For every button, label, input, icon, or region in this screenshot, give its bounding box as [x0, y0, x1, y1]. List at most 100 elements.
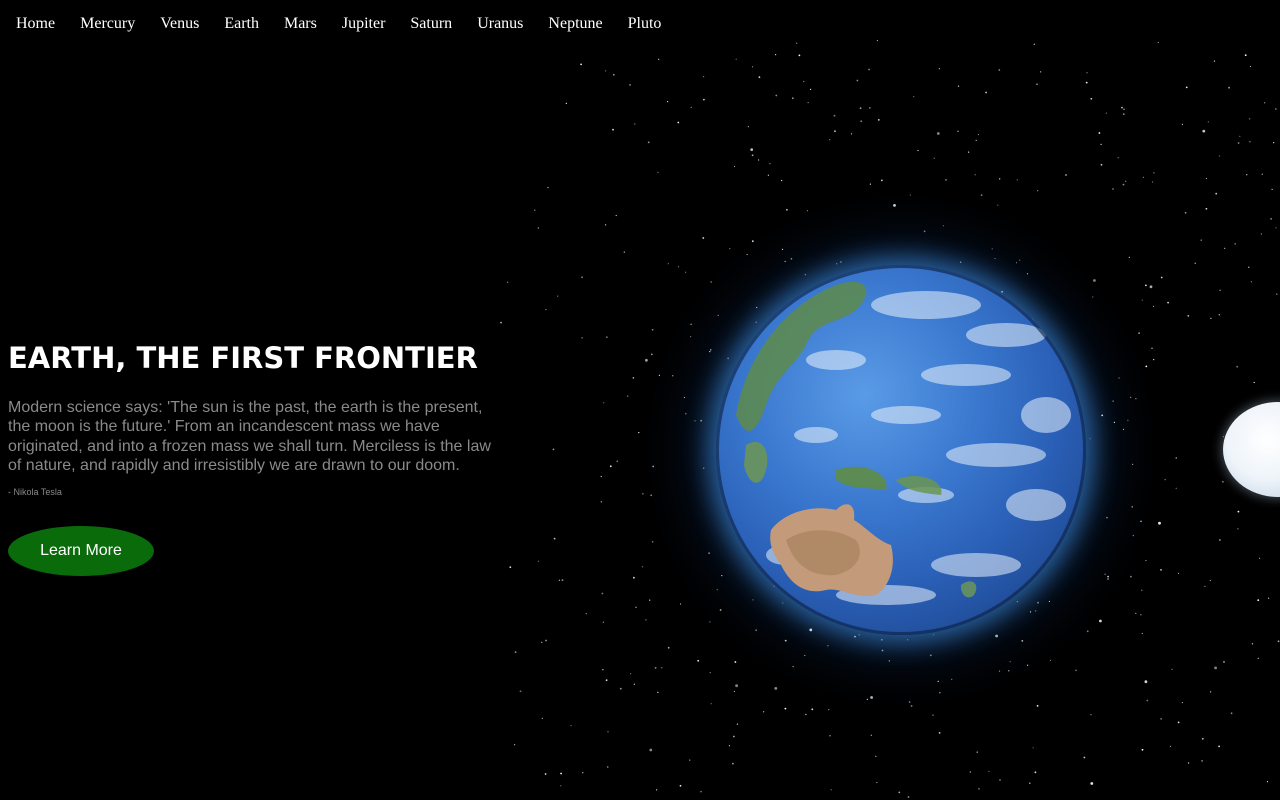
star	[1201, 737, 1204, 740]
star	[1153, 359, 1155, 361]
star	[1107, 578, 1109, 580]
star	[976, 751, 978, 753]
star	[507, 281, 509, 283]
star	[560, 785, 562, 787]
star	[1275, 108, 1277, 110]
star	[1187, 315, 1190, 317]
star	[1009, 661, 1011, 663]
star	[1090, 97, 1093, 100]
star	[1215, 192, 1218, 195]
star	[1214, 666, 1217, 670]
star	[999, 779, 1001, 781]
nav-link-mercury[interactable]: Mercury	[80, 0, 135, 48]
nav-link-saturn[interactable]: Saturn	[410, 0, 452, 48]
star	[775, 94, 778, 97]
star	[703, 98, 705, 101]
star	[552, 448, 555, 451]
star	[907, 639, 909, 641]
star	[790, 257, 793, 260]
star	[1128, 256, 1130, 258]
star	[784, 260, 786, 263]
star	[938, 732, 941, 734]
star	[957, 85, 960, 87]
star	[784, 639, 787, 642]
star	[606, 336, 608, 338]
star	[942, 225, 944, 227]
star	[1270, 218, 1272, 220]
star	[938, 68, 940, 70]
star	[683, 396, 685, 399]
star	[767, 174, 769, 176]
star	[1207, 121, 1209, 123]
star	[880, 638, 883, 641]
earth-globe-image	[716, 265, 1086, 635]
star	[907, 796, 910, 798]
star	[558, 579, 560, 581]
star	[537, 560, 539, 562]
star	[638, 432, 640, 434]
star	[806, 210, 809, 212]
star	[565, 102, 567, 104]
star	[607, 731, 609, 733]
star	[667, 263, 669, 265]
star	[995, 634, 998, 638]
star	[856, 79, 859, 82]
star	[859, 107, 862, 110]
star	[1123, 108, 1125, 110]
star	[690, 336, 692, 338]
star	[1224, 247, 1226, 249]
star	[804, 654, 806, 657]
star	[605, 224, 607, 226]
star	[1158, 521, 1161, 525]
star	[1122, 183, 1125, 186]
star	[1213, 60, 1216, 62]
star	[1260, 233, 1262, 235]
star	[1100, 143, 1102, 145]
star	[833, 114, 836, 117]
star	[1029, 782, 1031, 784]
star	[1273, 142, 1275, 144]
nav-link-uranus[interactable]: Uranus	[477, 0, 523, 48]
star	[1127, 419, 1129, 421]
star	[810, 88, 812, 90]
star	[709, 672, 711, 674]
star	[645, 619, 647, 621]
nav-link-pluto[interactable]: Pluto	[628, 0, 662, 48]
nav-link-neptune[interactable]: Neptune	[548, 0, 602, 48]
nav-link-earth[interactable]: Earth	[224, 0, 259, 48]
learn-more-button[interactable]: Learn More	[8, 526, 154, 577]
star	[980, 194, 983, 197]
star	[1141, 589, 1143, 591]
star	[860, 120, 863, 123]
star	[658, 58, 660, 60]
nav-link-venus[interactable]: Venus	[160, 0, 199, 48]
star	[1210, 317, 1212, 319]
nav-link-home[interactable]: Home	[16, 0, 55, 48]
star	[1117, 157, 1119, 159]
star	[1086, 630, 1089, 633]
star	[732, 762, 734, 765]
star	[677, 121, 680, 124]
star	[545, 639, 547, 642]
star	[751, 66, 754, 68]
star	[998, 69, 1001, 71]
star	[602, 621, 604, 623]
star	[1200, 239, 1202, 241]
star	[1151, 347, 1153, 349]
star	[1145, 365, 1148, 368]
nav-link-jupiter[interactable]: Jupiter	[342, 0, 386, 48]
star	[1194, 262, 1196, 264]
star	[690, 106, 692, 108]
star	[854, 635, 856, 638]
star	[1218, 745, 1220, 748]
star	[977, 134, 980, 136]
nav-link-mars[interactable]: Mars	[284, 0, 317, 48]
star	[1008, 670, 1010, 672]
star	[1160, 569, 1162, 571]
star	[1112, 400, 1114, 402]
star	[1248, 266, 1250, 268]
star	[1250, 281, 1252, 283]
star	[750, 148, 754, 151]
star	[619, 687, 622, 690]
star	[1205, 207, 1208, 210]
